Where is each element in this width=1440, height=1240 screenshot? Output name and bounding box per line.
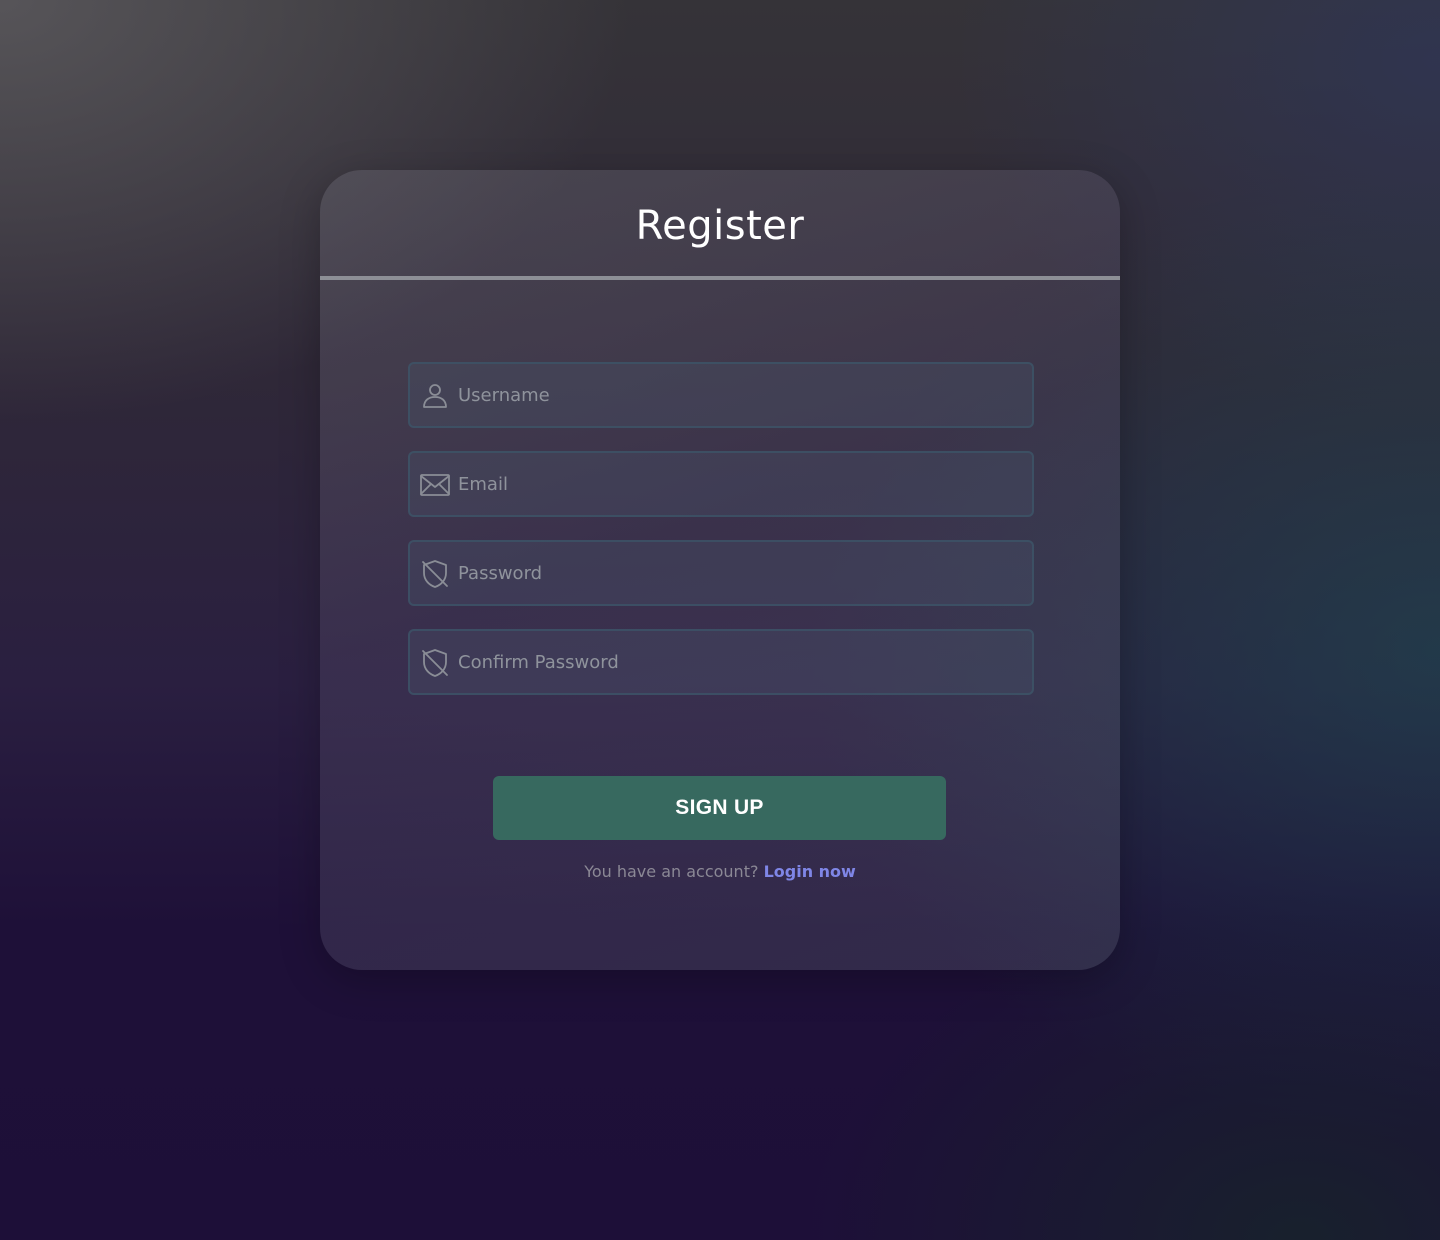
password-field[interactable]: [408, 540, 1034, 606]
shield-off-icon: [420, 648, 450, 678]
title-divider: [320, 276, 1120, 280]
user-icon: [420, 381, 450, 411]
register-card: Register Username Email SIGN UP You have…: [320, 170, 1120, 970]
login-prompt-line: You have an account? Login now: [320, 860, 1120, 884]
page-title: Register: [635, 203, 805, 249]
login-now-link[interactable]: Login now: [764, 862, 856, 881]
shield-off-icon: [420, 559, 450, 589]
email-field[interactable]: [408, 451, 1034, 517]
password-input[interactable]: [458, 542, 1018, 604]
username-field[interactable]: [408, 362, 1034, 428]
confirm-password-field[interactable]: [408, 629, 1034, 695]
email-input[interactable]: [458, 453, 1018, 515]
login-prompt-text: You have an account?: [584, 862, 759, 881]
envelope-icon: [420, 470, 450, 500]
sign-up-button[interactable]: SIGN UP: [493, 776, 946, 840]
confirm-password-input[interactable]: [458, 631, 1018, 693]
username-input[interactable]: [458, 364, 1018, 426]
